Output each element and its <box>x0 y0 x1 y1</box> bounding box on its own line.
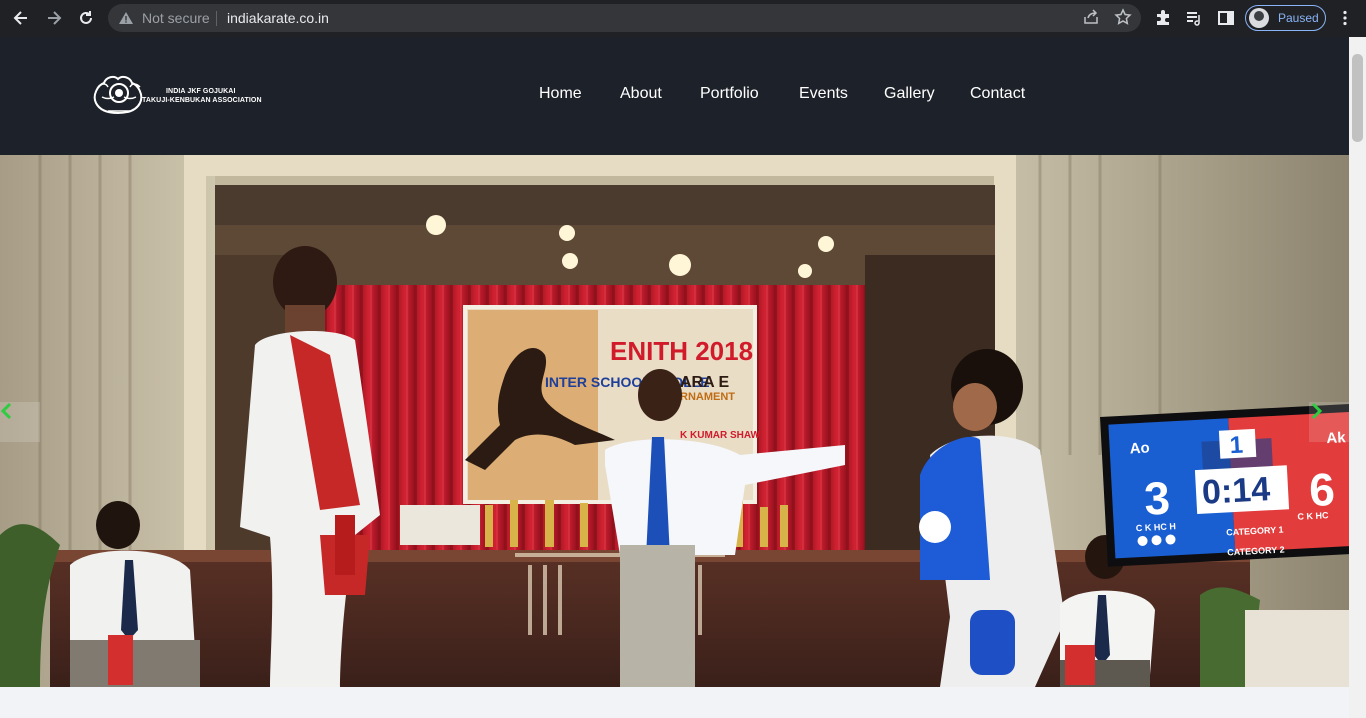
page-scrollbar[interactable] <box>1349 37 1366 718</box>
dragon-emblem-icon <box>93 75 143 115</box>
divider <box>216 11 217 26</box>
reading-list-icon[interactable] <box>1182 6 1206 30</box>
timer: 0:14 <box>1201 470 1271 512</box>
penalty-labels-right: C K HC <box>1297 510 1329 522</box>
browser-toolbar: Not secure indiakarate.co.in Paused <box>0 0 1366 37</box>
menu-icon[interactable] <box>1333 6 1357 30</box>
logo-line-2: TAKUJI-KENBUKAN ASSOCIATION <box>142 97 262 104</box>
banner-tag: ARA E <box>680 374 730 391</box>
avatar <box>1249 8 1269 28</box>
banner-title: ENITH 2018 <box>610 336 753 366</box>
hero-carousel: ENITH 2018 INTER SCHOOL / COLLE ARA E RN… <box>0 155 1349 687</box>
profile-button[interactable]: Paused <box>1245 5 1326 31</box>
score-right: 6 <box>1308 463 1336 516</box>
star-icon[interactable] <box>1114 8 1132 31</box>
back-icon[interactable] <box>9 6 33 30</box>
warning-icon[interactable] <box>118 10 134 31</box>
nav-home[interactable]: Home <box>539 85 582 103</box>
chevron-right-icon <box>1311 402 1323 420</box>
security-label[interactable]: Not secure <box>142 10 210 26</box>
profile-status: Paused <box>1278 11 1319 25</box>
site-header: INDIA JKF GOJUKAI TAKUJI-KENBUKAN ASSOCI… <box>0 37 1349 155</box>
nav-gallery[interactable]: Gallery <box>884 85 935 103</box>
site-logo[interactable]: INDIA JKF GOJUKAI TAKUJI-KENBUKAN ASSOCI… <box>92 73 262 117</box>
hero-image: ENITH 2018 INTER SCHOOL / COLLE ARA E RN… <box>0 155 1349 687</box>
banner-subtitle-2: RNAMENT <box>680 391 735 403</box>
nav-portfolio[interactable]: Portfolio <box>700 85 759 103</box>
score-left-label: Ao <box>1129 439 1150 457</box>
nav-about[interactable]: About <box>620 85 662 103</box>
scrollbar-thumb[interactable] <box>1352 54 1363 142</box>
address-bar[interactable]: Not secure indiakarate.co.in <box>108 4 1141 32</box>
side-panel-icon[interactable] <box>1214 6 1238 30</box>
page-section-below <box>0 687 1349 718</box>
extensions-icon[interactable] <box>1151 6 1175 30</box>
reload-icon[interactable] <box>74 6 98 30</box>
round-number: 1 <box>1229 432 1244 460</box>
carousel-prev-button[interactable] <box>0 402 40 442</box>
url-text[interactable]: indiakarate.co.in <box>227 10 329 26</box>
score-left: 3 <box>1143 471 1171 524</box>
nav-events[interactable]: Events <box>799 85 848 103</box>
carousel-next-button[interactable] <box>1309 402 1349 442</box>
logo-line-1: INDIA JKF GOJUKAI <box>166 88 236 95</box>
banner-footer: K KUMAR SHAW <box>680 430 761 441</box>
share-icon[interactable] <box>1082 8 1100 31</box>
chevron-left-icon <box>0 402 12 420</box>
penalty-labels-left: C K HC H <box>1136 521 1176 533</box>
nav-contact[interactable]: Contact <box>970 85 1025 103</box>
forward-icon[interactable] <box>42 6 66 30</box>
